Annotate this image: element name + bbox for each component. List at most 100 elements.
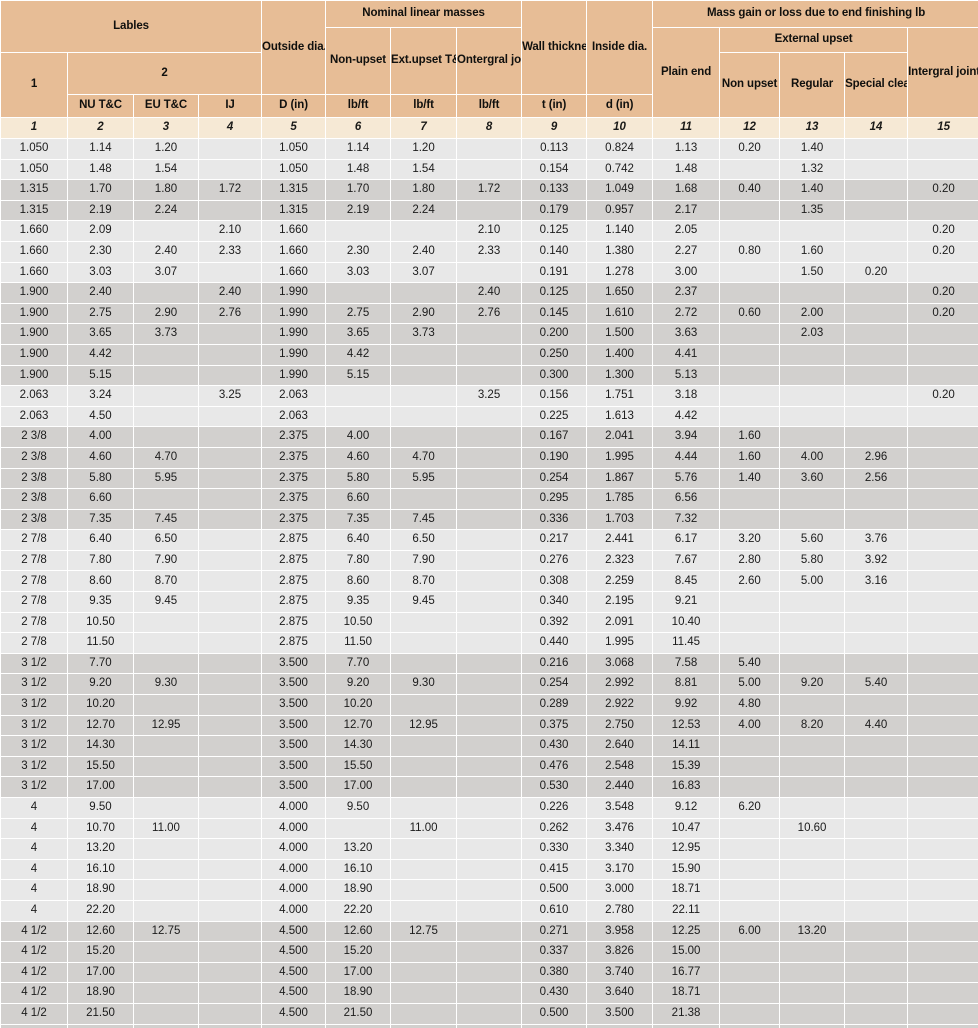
cell-r30-c6: 15.50 bbox=[326, 756, 391, 777]
cell-r29-c1: 3 1/2 bbox=[1, 736, 67, 756]
cell-r41-c9: 0.430 bbox=[522, 983, 587, 1003]
cell-r43-c3 bbox=[134, 1024, 198, 1028]
cell-r33-c10: 3.476 bbox=[587, 818, 653, 839]
cell-r38-c5: 4.500 bbox=[262, 921, 326, 942]
cell-r24-c8 bbox=[457, 633, 522, 653]
cell-r10-c3 bbox=[134, 344, 198, 365]
cell-r5-c2: 2.30 bbox=[68, 241, 133, 262]
cell-r3-c8 bbox=[457, 200, 522, 221]
cell-r36-c10: 3.000 bbox=[587, 880, 653, 900]
cell-r37-c5: 4.000 bbox=[262, 900, 326, 921]
cell-r40-c10: 3.740 bbox=[587, 962, 653, 983]
cell-r25-c3 bbox=[134, 653, 198, 674]
cell-r6-c6: 3.03 bbox=[326, 262, 391, 283]
cell-r38-c9: 0.271 bbox=[522, 921, 587, 942]
cell-r11-c14 bbox=[845, 365, 908, 386]
cell-r27-c9: 0.289 bbox=[522, 695, 587, 715]
cell-r0-c8 bbox=[457, 139, 522, 159]
cell-r34-c10: 3.340 bbox=[587, 839, 653, 859]
column-number-2: 2 bbox=[68, 118, 133, 138]
cell-r20-c9: 0.276 bbox=[522, 550, 587, 571]
header-regular: Regular bbox=[780, 53, 845, 117]
cell-r4-c12 bbox=[720, 221, 780, 241]
cell-r26-c1: 3 1/2 bbox=[1, 674, 67, 695]
cell-r18-c14 bbox=[845, 509, 908, 530]
cell-r0-c4 bbox=[199, 139, 262, 159]
cell-r16-c2: 5.80 bbox=[68, 468, 133, 489]
cell-r26-c11: 8.81 bbox=[653, 674, 720, 695]
cell-r16-c1: 2 3/8 bbox=[1, 468, 67, 489]
cell-r43-c7 bbox=[391, 1024, 457, 1028]
cell-r30-c8 bbox=[457, 756, 522, 777]
cell-r41-c3 bbox=[134, 983, 198, 1003]
cell-r27-c12: 4.80 bbox=[720, 695, 780, 715]
cell-r22-c3: 9.45 bbox=[134, 592, 198, 612]
cell-r4-c13 bbox=[780, 221, 845, 241]
table-row: 3 1/2 15.50 3.500 15.50 0.476 2.548 15.39 bbox=[1, 756, 978, 777]
cell-r26-c13: 9.20 bbox=[780, 674, 845, 695]
cell-r34-c11: 12.95 bbox=[653, 839, 720, 859]
cell-r8-c11: 2.72 bbox=[653, 303, 720, 324]
cell-r39-c7 bbox=[391, 942, 457, 962]
cell-r20-c5: 2.875 bbox=[262, 550, 326, 571]
cell-r41-c7 bbox=[391, 983, 457, 1003]
cell-r32-c1: 4 bbox=[1, 798, 67, 818]
cell-r31-c15 bbox=[908, 777, 978, 797]
cell-r16-c12: 1.40 bbox=[720, 468, 780, 489]
cell-r33-c8 bbox=[457, 818, 522, 839]
cell-r13-c2: 4.50 bbox=[68, 406, 133, 427]
cell-r2-c3: 1.80 bbox=[134, 180, 198, 200]
cell-r3-c5: 1.315 bbox=[262, 200, 326, 221]
header-ontergral-joint: Ontergral joint bbox=[457, 28, 522, 94]
cell-r6-c8 bbox=[457, 262, 522, 283]
cell-r1-c4 bbox=[199, 159, 262, 180]
cell-r32-c3 bbox=[134, 798, 198, 818]
cell-r31-c5: 3.500 bbox=[262, 777, 326, 797]
cell-r17-c11: 6.56 bbox=[653, 489, 720, 509]
table-row: 2.063 3.24 3.25 2.063 3.25 0.156 1.751 3.18 0.20 bbox=[1, 386, 978, 406]
cell-r20-c7: 7.90 bbox=[391, 550, 457, 571]
cell-r18-c12 bbox=[720, 509, 780, 530]
cell-r8-c8: 2.76 bbox=[457, 303, 522, 324]
cell-r42-c12 bbox=[720, 1003, 780, 1024]
cell-r8-c10: 1.610 bbox=[587, 303, 653, 324]
table-row: 2 3/8 6.60 2.375 6.60 0.295 1.785 6.56 bbox=[1, 489, 978, 509]
cell-r21-c10: 2.259 bbox=[587, 571, 653, 592]
cell-r4-c2: 2.09 bbox=[68, 221, 133, 241]
table-row: 4 1/2 18.90 4.500 18.90 0.430 3.640 18.71 bbox=[1, 983, 978, 1003]
cell-r12-c8: 3.25 bbox=[457, 386, 522, 406]
header-unit-ext-upset: lb/ft bbox=[391, 95, 457, 117]
cell-r9-c1: 1.900 bbox=[1, 324, 67, 344]
cell-r17-c2: 6.60 bbox=[68, 489, 133, 509]
header-eu-tc: EU T&C bbox=[134, 95, 198, 117]
cell-r27-c6: 10.20 bbox=[326, 695, 391, 715]
cell-r40-c4 bbox=[199, 962, 262, 983]
cell-r17-c15 bbox=[908, 489, 978, 509]
cell-r22-c11: 9.21 bbox=[653, 592, 720, 612]
cell-r0-c6: 1.14 bbox=[326, 139, 391, 159]
cell-r23-c10: 2.091 bbox=[587, 612, 653, 633]
cell-r42-c8 bbox=[457, 1003, 522, 1024]
cell-r6-c4 bbox=[199, 262, 262, 283]
cell-r6-c10: 1.278 bbox=[587, 262, 653, 283]
cell-r3-c2: 2.19 bbox=[68, 200, 133, 221]
cell-r31-c11: 16.83 bbox=[653, 777, 720, 797]
cell-r18-c3: 7.45 bbox=[134, 509, 198, 530]
cell-r30-c12 bbox=[720, 756, 780, 777]
cell-r35-c2: 16.10 bbox=[68, 859, 133, 880]
cell-r18-c13 bbox=[780, 509, 845, 530]
table-row: 2 7/8 11.50 2.875 11.50 0.440 1.995 11.45 bbox=[1, 633, 978, 653]
table-row: 4 1/2 17.00 4.500 17.00 0.380 3.740 16.77 bbox=[1, 962, 978, 983]
table-row: 4 9.50 4.000 9.50 0.226 3.548 9.12 6.20 bbox=[1, 798, 978, 818]
cell-r31-c10: 2.440 bbox=[587, 777, 653, 797]
cell-r8-c12: 0.60 bbox=[720, 303, 780, 324]
cell-r0-c2: 1.14 bbox=[68, 139, 133, 159]
cell-r22-c13 bbox=[780, 592, 845, 612]
cell-r37-c10: 2.780 bbox=[587, 900, 653, 921]
cell-r13-c11: 4.42 bbox=[653, 406, 720, 427]
cell-r14-c8 bbox=[457, 427, 522, 447]
cell-r3-c13: 1.35 bbox=[780, 200, 845, 221]
cell-r7-c8: 2.40 bbox=[457, 283, 522, 303]
cell-r20-c3: 7.90 bbox=[134, 550, 198, 571]
cell-r42-c1: 4 1/2 bbox=[1, 1003, 67, 1024]
